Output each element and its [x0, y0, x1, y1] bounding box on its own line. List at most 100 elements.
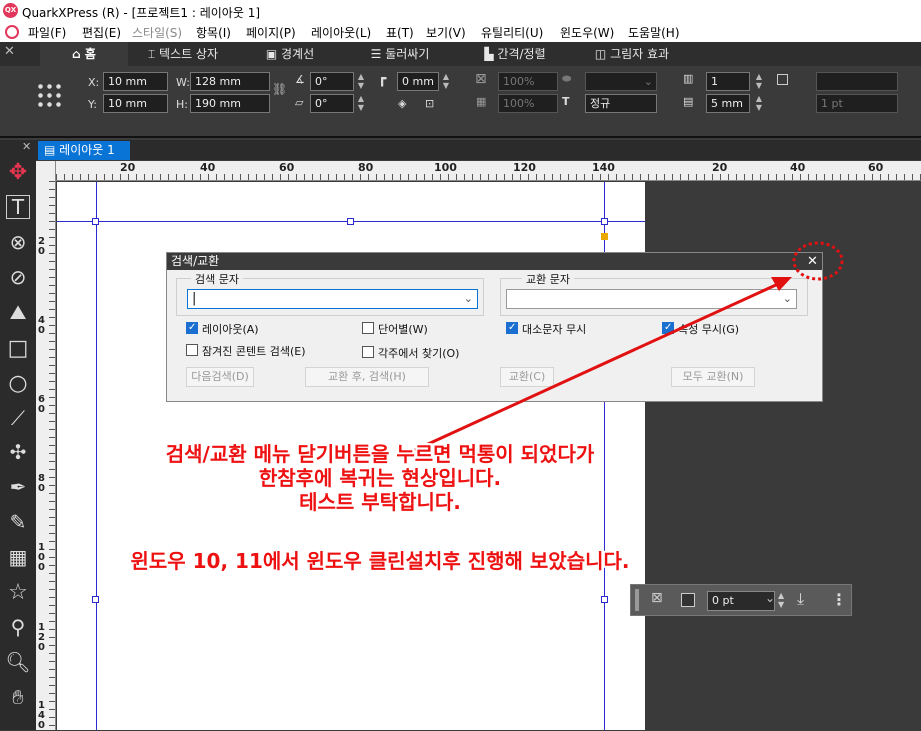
frame-color-icon[interactable]	[681, 593, 695, 607]
columns-field[interactable]: 1	[706, 72, 750, 91]
menu-edit[interactable]: 편집(E)	[82, 24, 121, 41]
text-linking-tool-icon[interactable]: ⊗	[4, 230, 32, 258]
no-fill-icon[interactable]: ⊠	[651, 590, 663, 606]
text-content-tool-icon[interactable]: T	[6, 195, 30, 219]
chevron-down-icon[interactable]: ⌄	[765, 591, 775, 605]
tab-text-box[interactable]: ⌶ 텍스트 상자	[128, 42, 238, 66]
pan-tool-icon[interactable]: ✋︎	[4, 685, 32, 713]
no-fill-icon[interactable]: ⊠	[475, 71, 487, 87]
chevron-down-icon[interactable]: ⌄	[464, 290, 473, 308]
bezier-tool-icon[interactable]: ✣	[4, 440, 32, 468]
tab-frame[interactable]: ▣ 경계선	[240, 42, 340, 66]
tab-home[interactable]: ⌂ 홈	[40, 42, 128, 66]
change-then-find-button[interactable]: 교환 후, 검색(H)	[305, 367, 429, 387]
selection-handle[interactable]	[601, 218, 608, 225]
y-field[interactable]: 10 mm	[103, 94, 168, 113]
frame-color-icon[interactable]: ▦	[476, 95, 486, 108]
menu-page[interactable]: 페이지(P)	[246, 24, 296, 41]
fill-opacity-field[interactable]: 100%	[498, 72, 558, 91]
menu-file[interactable]: 파일(F)	[28, 24, 66, 41]
runaround-icon: ☰	[370, 47, 382, 61]
pen-tool-icon[interactable]: ✒	[4, 475, 32, 503]
find-next-button[interactable]: 다음검색(D)	[186, 367, 254, 387]
change-button[interactable]: 교환(C)	[500, 367, 554, 387]
close-tools-icon[interactable]: ✕	[22, 140, 31, 153]
table-tool-icon[interactable]: ▦	[4, 545, 32, 573]
dialog-titlebar[interactable]: 검색/교환	[167, 253, 822, 270]
import-icon[interactable]: ⤓	[797, 589, 804, 609]
ruler-tick-label: 20	[120, 161, 136, 174]
ruler-tick-label: 40	[790, 161, 806, 174]
selection-handle[interactable]	[92, 218, 99, 225]
selection-handle[interactable]	[347, 218, 354, 225]
zoom-tool-icon[interactable]: 🔍︎	[4, 650, 32, 678]
x-field[interactable]: 10 mm	[103, 72, 168, 91]
change-all-button[interactable]: 모두 교환(N)	[671, 367, 755, 387]
eyedropper-tool-icon[interactable]: ⚲	[4, 615, 32, 643]
reference-point-icon[interactable]	[36, 82, 62, 108]
close-palette-icon[interactable]: ✕	[4, 44, 15, 59]
corner-radius-field[interactable]: 0 mm	[397, 72, 439, 91]
stroke-stepper[interactable]: ▲ ▼	[778, 591, 784, 609]
app-menu-icon[interactable]	[5, 25, 19, 39]
text-unlinking-tool-icon[interactable]: ⊘	[4, 265, 32, 293]
tab-space-align[interactable]: ▙ 간격/정렬	[460, 42, 570, 66]
selection-handle[interactable]	[601, 596, 608, 603]
corner-stepper[interactable]: ▲ ▼	[441, 72, 451, 91]
menu-help[interactable]: 도움말(H)	[628, 24, 680, 41]
gutter-stepper[interactable]: ▲ ▼	[754, 94, 764, 113]
menu-utilities[interactable]: 유틸리티(U)	[481, 24, 543, 41]
style-select[interactable]: 정규	[585, 94, 657, 113]
ignore-attributes-checkbox[interactable]: ✓	[662, 322, 674, 334]
frame-style-select[interactable]	[816, 72, 898, 91]
angle-field[interactable]: 0°	[310, 72, 354, 91]
locked-content-checkbox[interactable]	[186, 344, 198, 356]
fill-toggle-icon[interactable]: ⬬	[562, 72, 571, 86]
angle-stepper[interactable]: ▲ ▼	[356, 72, 366, 91]
more-options-icon[interactable]: ⋮	[831, 590, 847, 609]
menu-table[interactable]: 표(T)	[386, 24, 414, 41]
gutter-field[interactable]: 5 mm	[706, 94, 750, 113]
freehand-tool-icon[interactable]: ✎	[4, 510, 32, 538]
menu-window[interactable]: 윈도우(W)	[560, 24, 614, 41]
menu-layout[interactable]: 레이아웃(L)	[311, 24, 371, 41]
ignore-case-checkbox[interactable]: ✓	[506, 322, 518, 334]
whole-word-checkbox[interactable]	[362, 322, 374, 334]
layout-tab[interactable]: ▤ 레이아웃 1	[38, 141, 130, 160]
menu-style[interactable]: 스타일(S)	[132, 24, 182, 41]
chevron-down-icon[interactable]: ⌄	[783, 290, 792, 308]
find-input[interactable]: | ⌄	[187, 289, 478, 309]
checkbox-icon[interactable]	[777, 74, 788, 85]
picture-content-tool-icon[interactable]: ⛰	[4, 300, 32, 328]
fill-color-select[interactable]: ⌄	[585, 72, 657, 91]
line-tool-icon[interactable]: ⟋	[4, 406, 32, 434]
rectangle-tool-icon[interactable]: □	[4, 336, 32, 364]
tab-home-label: 홈	[84, 47, 96, 61]
menu-item[interactable]: 항목(I)	[196, 24, 231, 41]
vertical-ruler[interactable]: 20 40 60 80 100 120 140	[36, 161, 56, 731]
text-overflow-indicator[interactable]	[601, 233, 608, 240]
layout-checkbox[interactable]: ✓	[186, 322, 198, 334]
replace-input[interactable]: ⌄	[506, 289, 797, 309]
item-tool-icon[interactable]: ✥	[4, 160, 32, 188]
oval-tool-icon[interactable]: ○	[4, 371, 32, 399]
flip-horizontal-icon[interactable]: ◈	[398, 97, 406, 110]
horizontal-ruler[interactable]: 20 40 60 80 100 120 140 20 40 60	[56, 161, 921, 181]
selection-handle[interactable]	[92, 596, 99, 603]
star-tool-icon[interactable]: ☆	[4, 580, 32, 608]
height-field[interactable]: 190 mm	[190, 94, 270, 113]
toolbar-grip[interactable]	[635, 589, 639, 611]
footnotes-checkbox[interactable]	[362, 346, 374, 358]
columns-stepper[interactable]: ▲ ▼	[754, 72, 764, 91]
tab-runaround[interactable]: ☰ 둘러싸기	[350, 42, 450, 66]
width-field[interactable]: 128 mm	[190, 72, 270, 91]
flip-vertical-icon[interactable]: ⊡	[425, 97, 434, 110]
tab-drop-shadow[interactable]: ◫ 그림자 효과	[572, 42, 692, 66]
menu-view[interactable]: 보기(V)	[426, 24, 466, 41]
link-proportions-icon[interactable]: ⛓	[272, 82, 287, 96]
dialog-close-icon[interactable]: ✕	[807, 253, 818, 270]
frame-opacity-field[interactable]: 100%	[498, 94, 558, 113]
skew-stepper[interactable]: ▲ ▼	[356, 94, 366, 113]
stroke-field[interactable]: 1 pt	[816, 94, 898, 113]
skew-field[interactable]: 0°	[310, 94, 354, 113]
